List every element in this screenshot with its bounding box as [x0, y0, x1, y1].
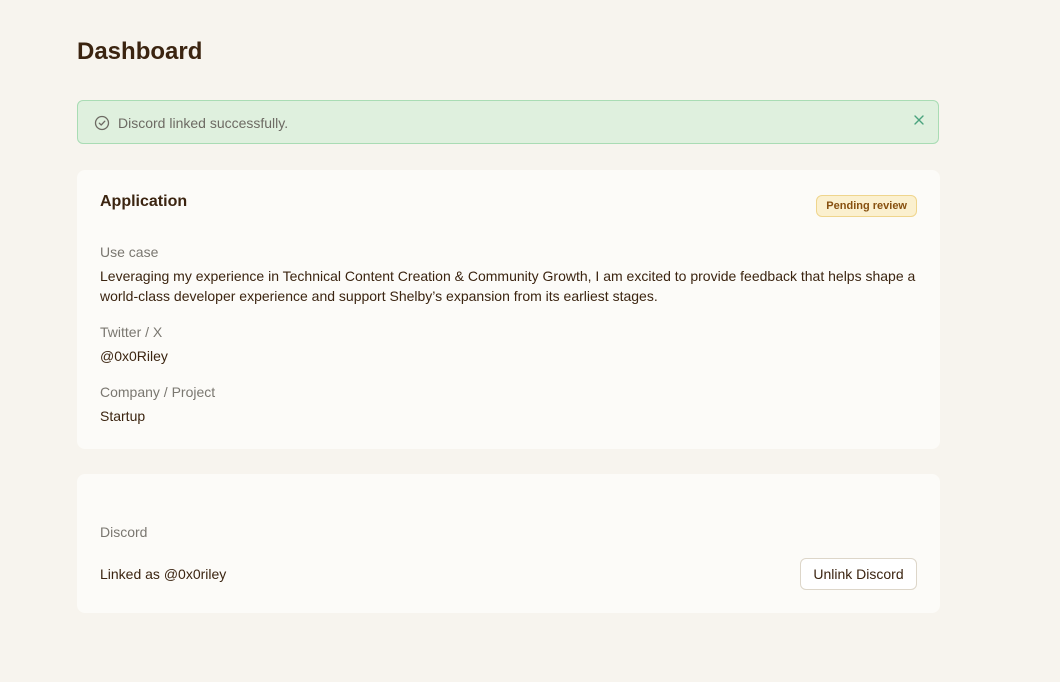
success-alert: Discord linked successfully.	[77, 100, 939, 144]
discord-card: Discord Linked as @0x0riley Unlink Disco…	[77, 474, 940, 613]
twitter-label: Twitter / X	[100, 324, 163, 340]
discord-label: Discord	[100, 524, 148, 540]
company-value: Startup	[100, 408, 146, 424]
use-case-label: Use case	[100, 244, 159, 260]
close-icon[interactable]	[912, 113, 926, 127]
dashboard-page: Dashboard Discord linked successfully. A…	[0, 0, 1060, 682]
status-badge: Pending review	[816, 195, 917, 217]
check-circle-icon	[94, 115, 110, 131]
use-case-value: Leveraging my experience in Technical Co…	[100, 268, 916, 304]
discord-status: Linked as @0x0riley	[100, 566, 227, 582]
application-title: Application	[100, 193, 188, 210]
company-label: Company / Project	[100, 384, 216, 400]
application-card: Application Pending review Use case Leve…	[77, 170, 940, 449]
twitter-value: @0x0Riley	[100, 348, 168, 364]
page-title: Dashboard	[77, 38, 203, 65]
alert-message: Discord linked successfully.	[118, 115, 289, 131]
unlink-discord-button[interactable]: Unlink Discord	[800, 558, 917, 590]
